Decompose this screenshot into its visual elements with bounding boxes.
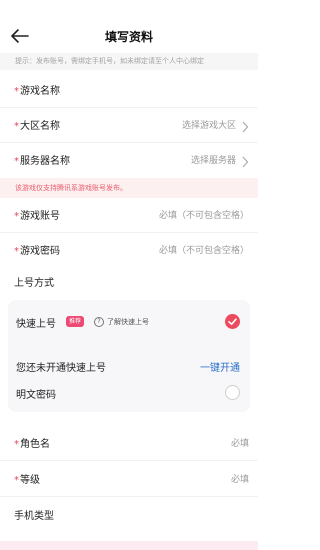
tip-banner: 提示：发布账号，需绑定手机号，如未绑定请至个人中心绑定 bbox=[0, 53, 258, 70]
divider bbox=[0, 107, 258, 108]
option-plain-password[interactable]: 明文密码 bbox=[8, 383, 250, 403]
check-circle-icon[interactable] bbox=[225, 314, 240, 329]
field-label: *游戏账号 bbox=[14, 211, 60, 222]
login-method-card: 快速上号 推荐 ? 了解快速上号 您还未开通快速上号 一键开通 明文密码 bbox=[8, 300, 250, 412]
enable-link[interactable]: 一键开通 bbox=[200, 359, 240, 374]
plain-password-label: 明文密码 bbox=[16, 390, 56, 401]
field-server[interactable]: *服务器名称 选择服务器 bbox=[0, 150, 258, 170]
fast-login-label: 快速上号 bbox=[16, 319, 56, 330]
radio-unchecked-icon[interactable] bbox=[225, 385, 240, 400]
divider bbox=[0, 460, 258, 461]
field-game-name[interactable]: *游戏名称 bbox=[0, 80, 258, 100]
not-enabled-text: 您还未开通快速上号 bbox=[16, 363, 106, 374]
field-phone-type[interactable]: 手机类型 bbox=[0, 505, 258, 525]
field-label: 上号方式 bbox=[14, 278, 54, 289]
question-circle-icon: ? bbox=[94, 317, 104, 327]
warning-banner: 该游戏仅支持腾讯系游戏账号发布。 bbox=[0, 178, 258, 198]
role-name-input[interactable]: 必填 bbox=[231, 436, 249, 449]
field-label: *服务器名称 bbox=[14, 156, 70, 167]
chevron-right-icon bbox=[241, 118, 249, 133]
next-row-cut bbox=[0, 541, 258, 550]
field-label: *游戏密码 bbox=[14, 246, 60, 257]
divider bbox=[0, 496, 258, 497]
field-level[interactable]: *等级 必填 bbox=[0, 469, 258, 489]
level-input[interactable]: 必填 bbox=[231, 472, 249, 485]
fast-login-status: 您还未开通快速上号 一键开通 bbox=[8, 356, 250, 376]
divider bbox=[0, 142, 258, 143]
field-password[interactable]: *游戏密码 必填（不可包含空格） bbox=[0, 240, 258, 260]
recommend-badge: 推荐 bbox=[66, 316, 85, 327]
account-input[interactable]: 必填（不可包含空格） bbox=[159, 208, 249, 221]
divider bbox=[0, 232, 258, 233]
field-label: *等级 bbox=[14, 475, 40, 486]
field-role-name[interactable]: *角色名 必填 bbox=[0, 433, 258, 453]
field-label: *游戏名称 bbox=[14, 86, 60, 97]
header: 填写资料 bbox=[0, 22, 258, 50]
field-region[interactable]: *大区名称 选择游戏大区 bbox=[0, 115, 258, 135]
field-account[interactable]: *游戏账号 必填（不可包含空格） bbox=[0, 205, 258, 225]
server-placeholder: 选择服务器 bbox=[190, 156, 236, 166]
chevron-right-icon bbox=[241, 153, 249, 168]
field-login-method: 上号方式 bbox=[0, 272, 258, 292]
password-input[interactable]: 必填（不可包含空格） bbox=[159, 243, 249, 256]
fast-login-help[interactable]: ? 了解快速上号 bbox=[94, 315, 149, 329]
field-label: *大区名称 bbox=[14, 121, 60, 132]
field-label: *角色名 bbox=[14, 439, 50, 450]
page-title: 填写资料 bbox=[104, 30, 153, 44]
option-fast-login[interactable]: 快速上号 推荐 ? 了解快速上号 bbox=[8, 312, 250, 332]
field-label: 手机类型 bbox=[14, 511, 54, 522]
region-placeholder: 选择游戏大区 bbox=[181, 121, 236, 131]
